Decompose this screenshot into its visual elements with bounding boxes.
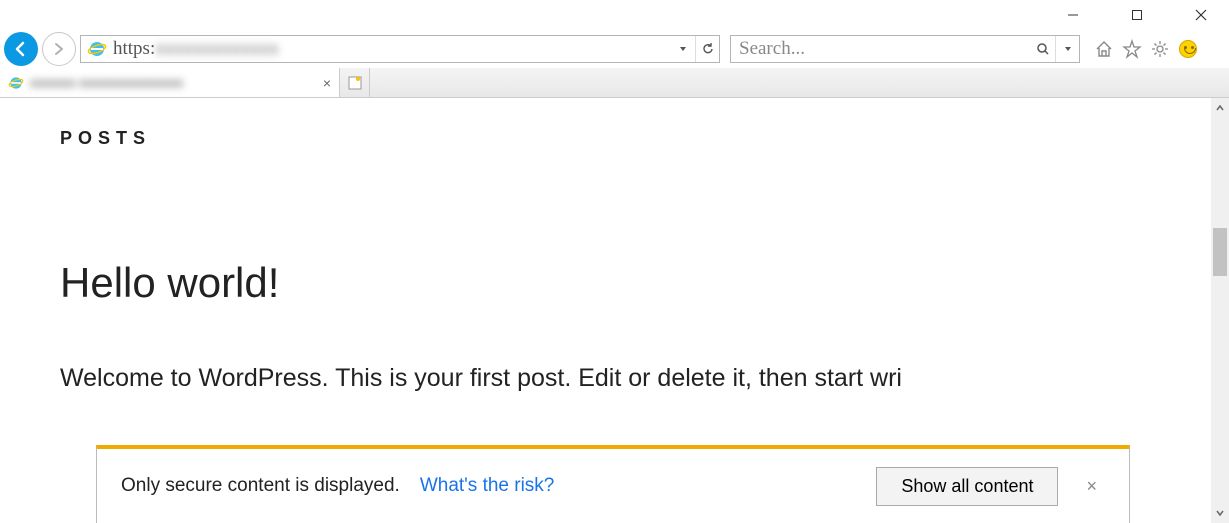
notice-close-icon[interactable]: ×	[1078, 476, 1105, 497]
security-notice-bar: Only secure content is displayed. What's…	[96, 445, 1130, 523]
refresh-button[interactable]	[695, 36, 719, 62]
tab-close-icon[interactable]: ×	[323, 75, 331, 91]
address-bar[interactable]: https:xxxxxxxxxxxxx	[80, 35, 720, 63]
gear-icon[interactable]	[1148, 37, 1172, 61]
maximize-button[interactable]	[1117, 0, 1157, 30]
search-input[interactable]	[731, 38, 1031, 60]
smiley-icon[interactable]	[1176, 37, 1200, 61]
section-label: POSTS	[60, 128, 1169, 149]
address-text: https:xxxxxxxxxxxxx	[113, 38, 671, 60]
search-dropdown-icon[interactable]	[1055, 36, 1079, 62]
ie-logo-icon	[8, 75, 24, 91]
home-icon[interactable]	[1092, 37, 1116, 61]
browser-tab[interactable]: xxxxxxx xxxxxxxxxxxxxxxx ×	[0, 68, 340, 97]
notice-message: Only secure content is displayed.	[121, 475, 400, 497]
window-titlebar	[0, 0, 1229, 30]
star-icon[interactable]	[1120, 37, 1144, 61]
tab-title: xxxxxxx xxxxxxxxxxxxxxxx	[30, 75, 317, 90]
back-button[interactable]	[4, 32, 38, 66]
ie-logo-icon	[81, 39, 113, 59]
close-button[interactable]	[1181, 0, 1221, 30]
notice-link[interactable]: What's the risk?	[420, 475, 555, 497]
toolbar-icon-group	[1092, 37, 1200, 61]
tab-strip: xxxxxxx xxxxxxxxxxxxxxxx ×	[0, 68, 1229, 98]
browser-toolbar: https:xxxxxxxxxxxxx	[0, 30, 1229, 68]
scroll-down-icon[interactable]	[1211, 503, 1229, 523]
new-tab-button[interactable]	[340, 68, 370, 97]
scroll-thumb[interactable]	[1213, 228, 1227, 276]
scroll-up-icon[interactable]	[1211, 98, 1229, 118]
show-all-content-button[interactable]: Show all content	[876, 467, 1058, 506]
page-body-text: Welcome to WordPress. This is your first…	[60, 357, 1169, 400]
vertical-scrollbar[interactable]	[1211, 98, 1229, 523]
minimize-button[interactable]	[1053, 0, 1093, 30]
forward-button[interactable]	[42, 32, 76, 66]
address-dropdown-icon[interactable]	[671, 36, 695, 62]
page-heading: Hello world!	[60, 259, 1169, 307]
search-icon[interactable]	[1031, 36, 1055, 62]
search-bar[interactable]	[730, 35, 1080, 63]
